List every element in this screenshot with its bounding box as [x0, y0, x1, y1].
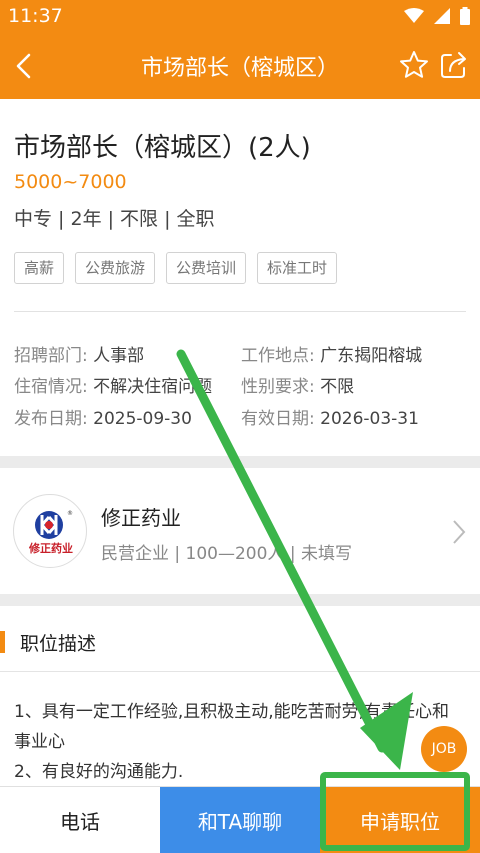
signal-icon: [434, 8, 450, 24]
divider: [0, 671, 480, 672]
status-bar: 11:37: [0, 0, 480, 33]
description-line: 1、具有一定工作经验,且积极主动,能吃苦耐劳,有责任心和事业心: [14, 702, 450, 752]
gender-value: 不限: [320, 377, 355, 397]
company-logo-mark: ® 修正药业: [28, 510, 73, 555]
benefit-tag: 高薪: [14, 252, 65, 284]
chevron-right-icon: [453, 520, 466, 544]
valid-date-label: 有效日期:: [241, 409, 315, 429]
department-value: 人事部: [93, 346, 145, 366]
publish-date-label: 发布日期:: [14, 409, 88, 429]
housing-label: 住宿情况:: [14, 377, 88, 397]
description-title: 职位描述: [20, 633, 97, 655]
publish-date-value: 2025-09-30: [93, 409, 192, 429]
description-header: 职位描述: [0, 618, 480, 668]
location-value: 广东揭阳榕城: [320, 346, 423, 366]
app-bar: 市场部长（榕城区）: [0, 33, 480, 99]
valid-date-value: 2026-03-31: [320, 409, 419, 429]
housing-value: 不解决住宿问题: [93, 377, 213, 397]
company-name: 修正药业: [101, 506, 181, 530]
company-card[interactable]: ® 修正药业 修正药业 民营企业 | 100—200人 | 未填写: [0, 478, 480, 594]
salary-range: 5000~7000: [14, 171, 127, 193]
benefit-tags: 高薪 公费旅游 公费培训 标准工时: [14, 252, 338, 284]
page-title: 市场部长（榕城区）: [140, 56, 339, 81]
chat-button[interactable]: 和TA聊聊: [160, 787, 320, 853]
description-line: 2、有良好的沟通能力.: [14, 762, 184, 782]
wifi-icon: [404, 8, 424, 23]
location-label: 工作地点:: [241, 346, 315, 366]
gender-label: 性别要求:: [241, 377, 315, 397]
share-icon[interactable]: [438, 49, 470, 81]
company-logo: ® 修正药业: [13, 494, 87, 568]
detail-row-dates: 发布日期: 2025-09-30 有效日期: 2026-03-31: [0, 404, 480, 430]
company-meta: 民营企业 | 100—200人 | 未填写: [101, 544, 352, 564]
apply-button[interactable]: 申请职位: [320, 787, 480, 853]
benefit-tag: 公费培训: [166, 252, 247, 284]
svg-text:®: ®: [67, 510, 73, 517]
section-accent-bar: [0, 631, 5, 653]
svg-text:修正药业: 修正药业: [28, 541, 73, 555]
job-title: 市场部长（榕城区）(2人): [14, 133, 311, 163]
status-icons: [404, 7, 470, 25]
section-gap: [0, 594, 480, 606]
job-fab-button[interactable]: JOB: [421, 726, 467, 772]
job-description: 1、具有一定工作经验,且积极主动,能吃苦耐劳,有责任心和事业心 2、有良好的沟通…: [14, 697, 466, 787]
status-time: 11:37: [8, 5, 63, 27]
department-label: 招聘部门:: [14, 346, 88, 366]
section-gap: [0, 456, 480, 468]
detail-row-housing: 住宿情况: 不解决住宿问题 性别要求: 不限: [0, 372, 480, 398]
phone-button[interactable]: 电话: [0, 787, 160, 853]
star-icon[interactable]: [398, 49, 430, 81]
job-requirements: 中专 | 2年 | 不限 | 全职: [14, 208, 215, 230]
benefit-tag: 标准工时: [257, 252, 338, 284]
benefit-tag: 公费旅游: [75, 252, 156, 284]
bottom-action-bar: 电话 和TA聊聊 申请职位: [0, 786, 480, 853]
detail-row-department: 招聘部门: 人事部 工作地点: 广东揭阳榕城: [0, 341, 480, 367]
chevron-left-icon[interactable]: [6, 47, 44, 85]
battery-icon: [460, 7, 470, 25]
divider: [14, 311, 466, 312]
